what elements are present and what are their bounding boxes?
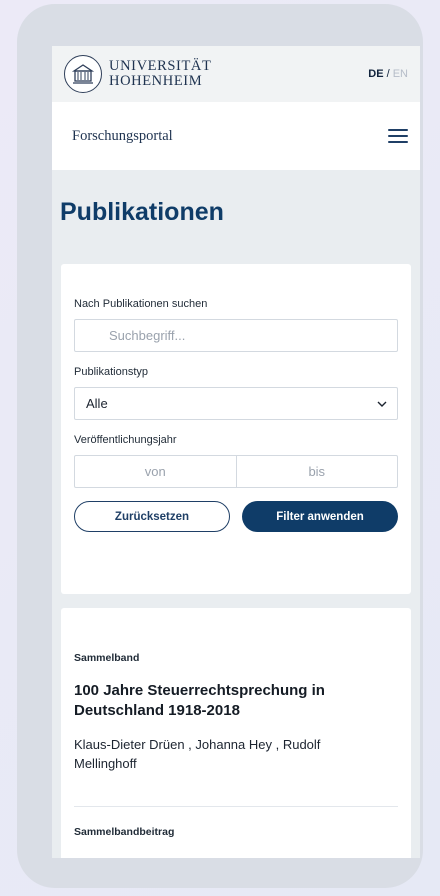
portal-name-link[interactable]: Forschungsportal [72, 128, 173, 145]
university-logo[interactable]: UNIVERSITÄT HOHENHEIM [64, 55, 211, 93]
university-seal-icon [64, 55, 102, 93]
result-type: Sammelbandbeitrag [74, 826, 175, 838]
apply-filter-button[interactable]: Filter anwenden [242, 501, 398, 532]
type-select-value: Alle [86, 396, 108, 411]
chevron-down-icon [377, 396, 387, 411]
search-input[interactable]: Suchbegriff... [74, 319, 398, 352]
search-label: Nach Publikationen suchen [74, 298, 208, 310]
university-name: UNIVERSITÄT HOHENHEIM [109, 59, 211, 89]
year-label: Veröffentlichungsjahr [74, 434, 177, 446]
filter-actions: Zurücksetzen Filter anwenden [74, 501, 398, 532]
hamburger-menu-icon[interactable] [388, 129, 408, 143]
university-name-line1: UNIVERSITÄT [109, 58, 212, 74]
results-list: Sammelband 100 Jahre Steuerrechtsprechun… [61, 608, 411, 858]
type-label: Publikationstyp [74, 366, 148, 378]
reset-button[interactable]: Zurücksetzen [74, 501, 230, 532]
lang-en-link[interactable]: EN [393, 68, 408, 80]
university-name-line2: HOHENHEIM [109, 73, 203, 89]
language-switcher: DE / EN [368, 68, 408, 80]
lang-separator: / [383, 68, 393, 80]
year-to-input[interactable]: bis [235, 456, 398, 487]
screen: UNIVERSITÄT HOHENHEIM DE / EN Forschungs… [52, 46, 420, 858]
page-title: Publikationen [60, 198, 224, 226]
top-header: UNIVERSITÄT HOHENHEIM DE / EN [52, 46, 420, 102]
filter-panel: Nach Publikationen suchen Suchbegriff...… [61, 264, 411, 594]
lang-de-link[interactable]: DE [368, 68, 383, 80]
year-from-input[interactable]: von [75, 456, 236, 487]
nav-bar: Forschungsportal [52, 102, 420, 170]
result-divider [74, 806, 398, 807]
year-range: von bis [74, 455, 398, 488]
result-title-link[interactable]: 100 Jahre Steuerrechtsprechung in Deutsc… [74, 681, 364, 721]
result-authors: Klaus-Dieter Drüen , Johanna Hey , Rudol… [74, 737, 321, 771]
result-type: Sammelband [74, 652, 140, 664]
type-select[interactable]: Alle [74, 387, 398, 420]
